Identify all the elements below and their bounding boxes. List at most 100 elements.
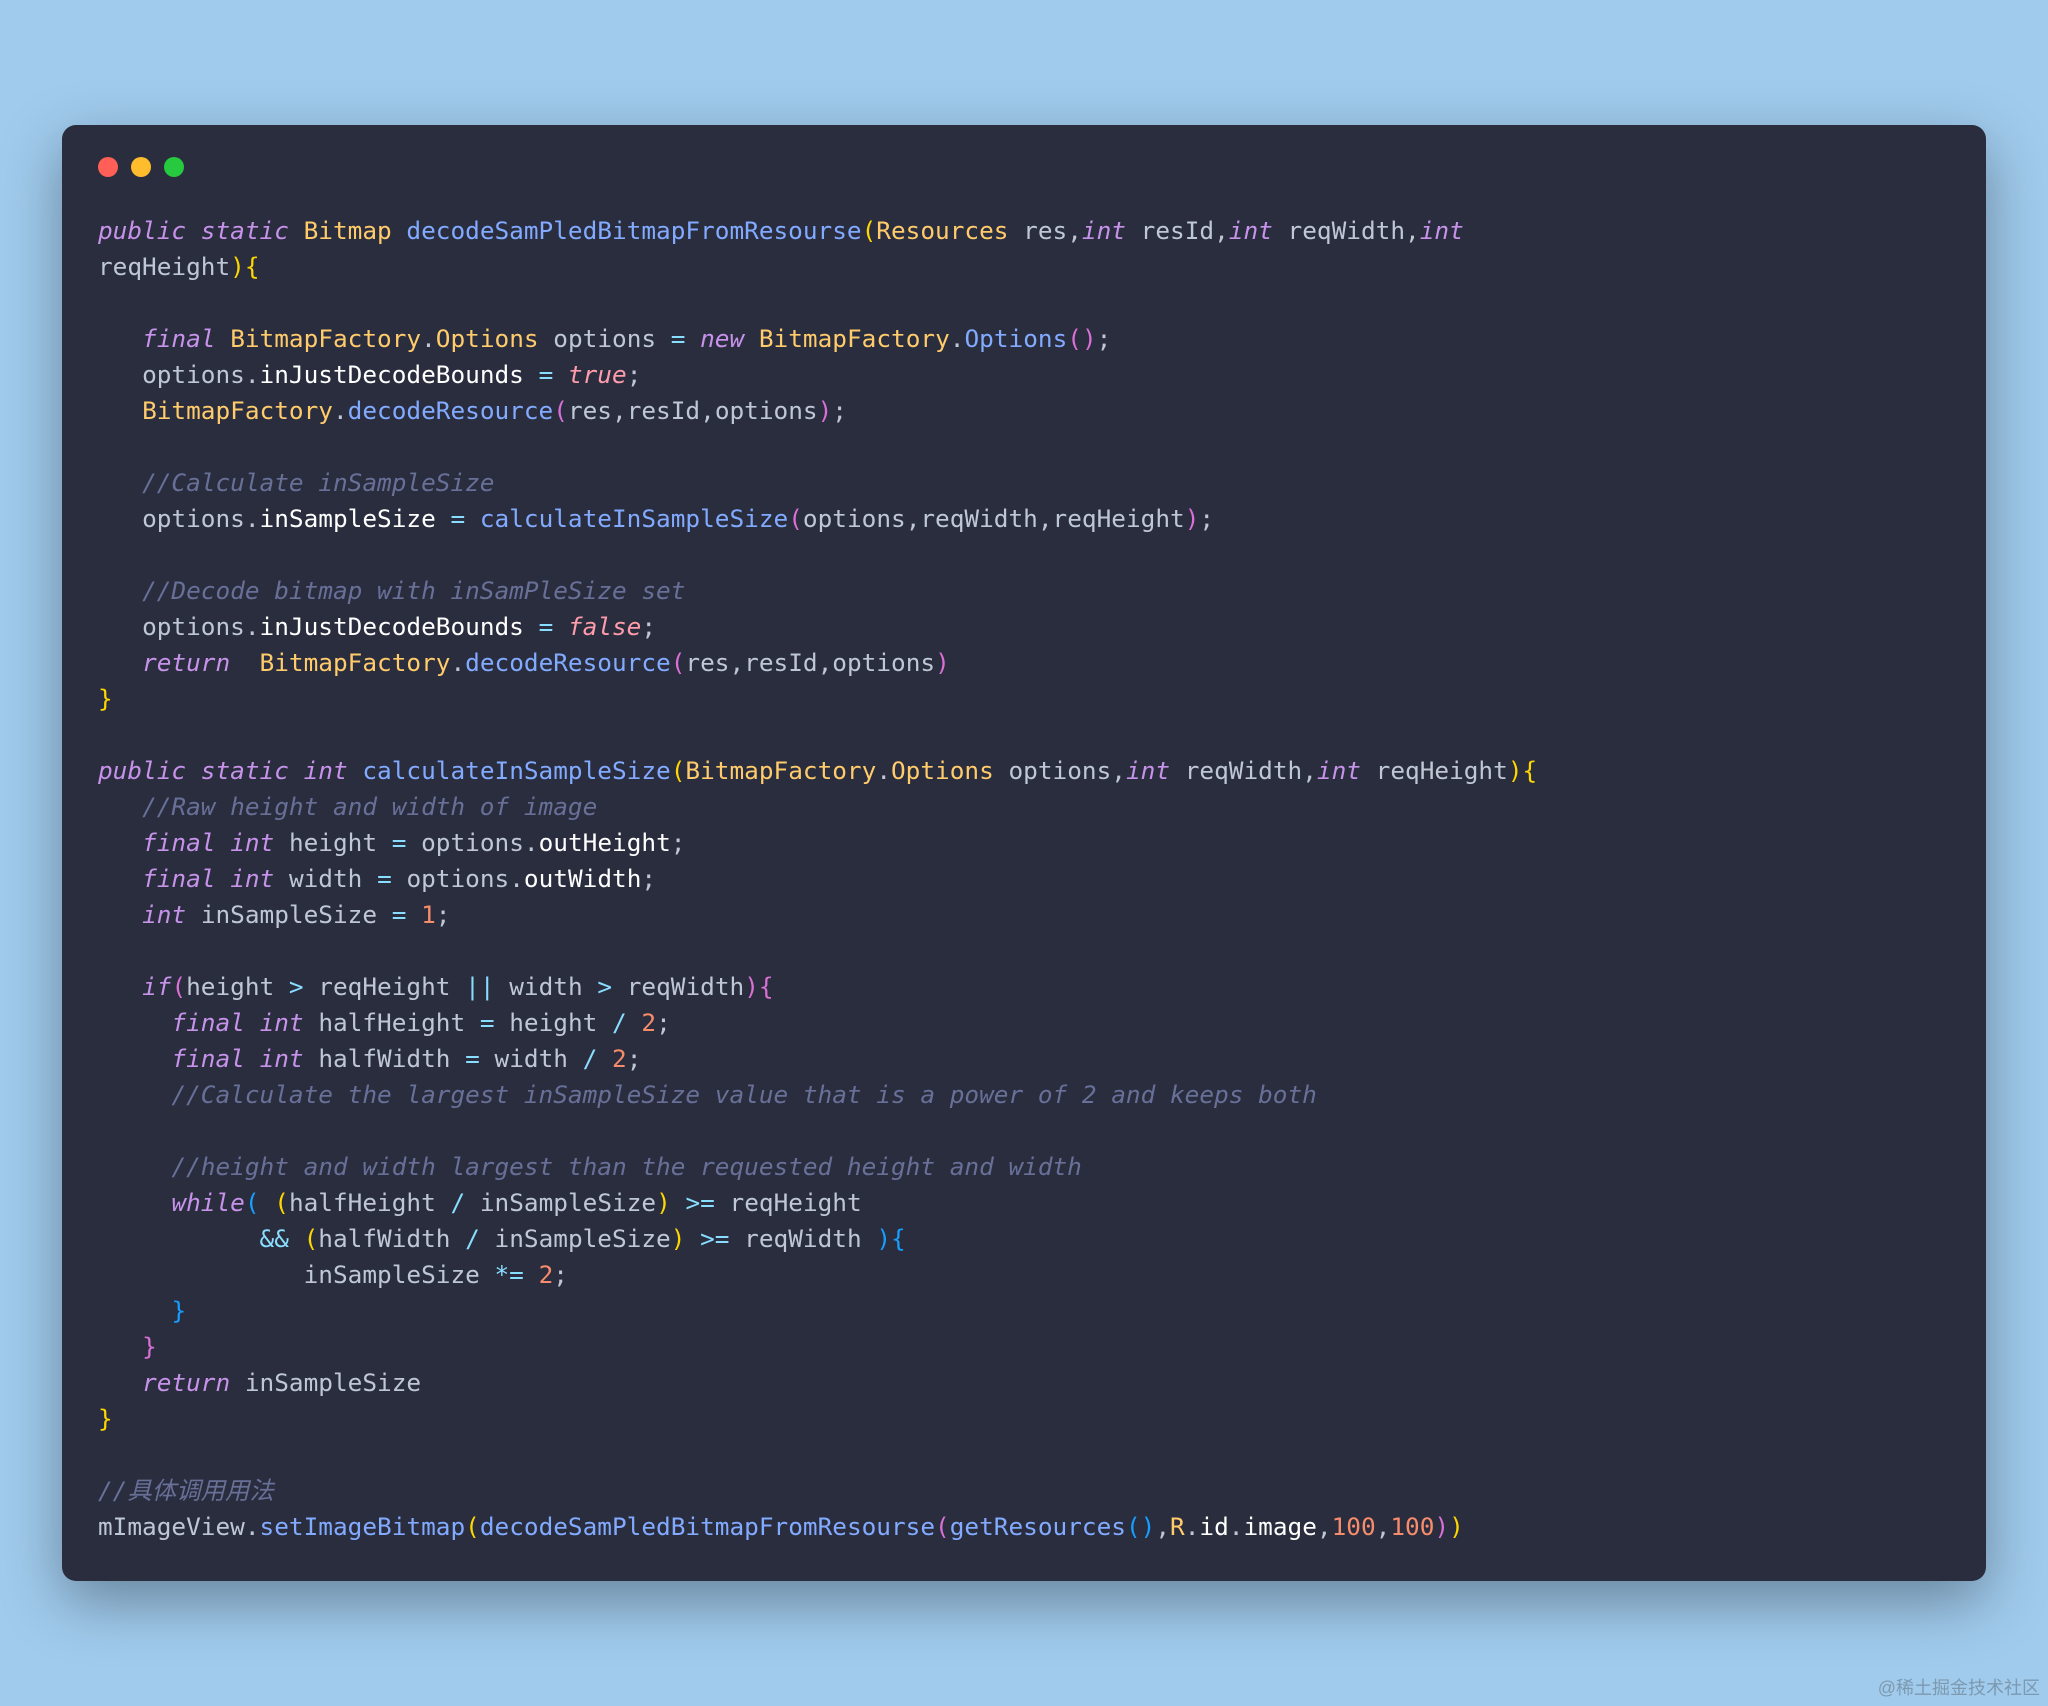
code-token: mImageView [98, 1512, 245, 1541]
close-icon[interactable] [98, 157, 118, 177]
code-token: public [98, 756, 186, 785]
code-token [186, 216, 201, 245]
code-token [568, 1044, 583, 1073]
code-token: decodeSamPledBitmapFromResourse [406, 216, 861, 245]
code-token [98, 324, 142, 353]
code-block: public static Bitmap decodeSamPledBitmap… [98, 213, 1950, 1545]
code-token: ( [671, 756, 686, 785]
code-token: , [1111, 756, 1126, 785]
code-token: = [450, 504, 465, 533]
code-token: int [1317, 756, 1361, 785]
code-token: options [142, 360, 245, 389]
code-token [450, 972, 465, 1001]
code-token: / [465, 1224, 480, 1253]
code-token [656, 324, 671, 353]
code-token [450, 1224, 465, 1253]
code-token: { [245, 252, 260, 281]
code-token: , [1214, 216, 1229, 245]
code-token: res [568, 396, 612, 425]
code-token: reqWidth [627, 972, 744, 1001]
code-token: height [509, 1008, 597, 1037]
code-token: >= [685, 1188, 714, 1217]
code-token: . [524, 828, 539, 857]
code-token: *= [495, 1260, 524, 1289]
code-token: reqWidth [1185, 756, 1302, 785]
code-token [553, 612, 568, 641]
code-token [685, 1224, 700, 1253]
code-token [98, 1080, 171, 1109]
code-token: height [289, 828, 377, 857]
code-token: setImageBitmap [260, 1512, 466, 1541]
code-token: / [612, 1008, 627, 1037]
code-token: static [201, 756, 289, 785]
code-token [289, 756, 304, 785]
code-token [583, 972, 598, 1001]
code-token [362, 864, 377, 893]
code-token [465, 1008, 480, 1037]
code-token: BitmapFactory [260, 648, 451, 677]
code-token [274, 828, 289, 857]
code-token [98, 504, 142, 533]
code-token: ) [1434, 1512, 1449, 1541]
code-token: options [406, 864, 509, 893]
code-token: reqHeight [1376, 756, 1508, 785]
code-token: > [597, 972, 612, 1001]
code-token: options [832, 648, 935, 677]
code-token [392, 216, 407, 245]
code-token: { [1523, 756, 1538, 785]
zoom-icon[interactable] [164, 157, 184, 177]
code-token: BitmapFactory [230, 324, 421, 353]
code-token: ; [1199, 504, 1214, 533]
code-token [98, 1224, 260, 1253]
code-token: int [1229, 216, 1273, 245]
code-token [480, 1224, 495, 1253]
code-token: = [539, 360, 554, 389]
code-token [465, 504, 480, 533]
code-token: final [142, 828, 215, 857]
code-token: ( [671, 648, 686, 677]
code-token: inSampleSize [480, 1188, 656, 1217]
code-token: new [700, 324, 744, 353]
code-token [98, 900, 142, 929]
code-token [392, 864, 407, 893]
code-token [304, 1044, 319, 1073]
code-token: = [392, 900, 407, 929]
code-token [98, 792, 142, 821]
code-token: } [98, 1404, 113, 1433]
code-token: 2 [612, 1044, 627, 1073]
code-token [98, 396, 142, 425]
code-token: ( [171, 972, 186, 1001]
code-token [98, 612, 142, 641]
code-token: final [142, 864, 215, 893]
code-token: ( [788, 504, 803, 533]
code-token [715, 1188, 730, 1217]
code-token: . [950, 324, 965, 353]
code-token: , [1302, 756, 1317, 785]
code-token: image [1243, 1512, 1316, 1541]
code-token: calculateInSampleSize [480, 504, 788, 533]
code-token: decodeResource [348, 396, 554, 425]
code-token: options [142, 612, 245, 641]
code-token: int [260, 1008, 304, 1037]
code-token: return [142, 1368, 230, 1397]
code-token: id [1199, 1512, 1228, 1541]
code-token: inSampleSize [260, 504, 436, 533]
code-token: = [539, 612, 554, 641]
code-token: ) [1082, 324, 1097, 353]
code-token: . [450, 648, 465, 677]
code-token [524, 360, 539, 389]
code-token: reqHeight [318, 972, 450, 1001]
code-token [685, 324, 700, 353]
code-token: while [171, 1188, 244, 1217]
code-token: //Calculate the largest inSampleSize val… [171, 1080, 1316, 1109]
code-token: int [142, 900, 186, 929]
code-token: ; [627, 1044, 642, 1073]
code-token: 100 [1390, 1512, 1434, 1541]
code-token: int [1420, 216, 1464, 245]
minimize-icon[interactable] [131, 157, 151, 177]
code-token: / [583, 1044, 598, 1073]
code-token: = [480, 1008, 495, 1037]
code-token: , [1405, 216, 1420, 245]
code-token: . [1229, 1512, 1244, 1541]
code-token [1361, 756, 1376, 785]
